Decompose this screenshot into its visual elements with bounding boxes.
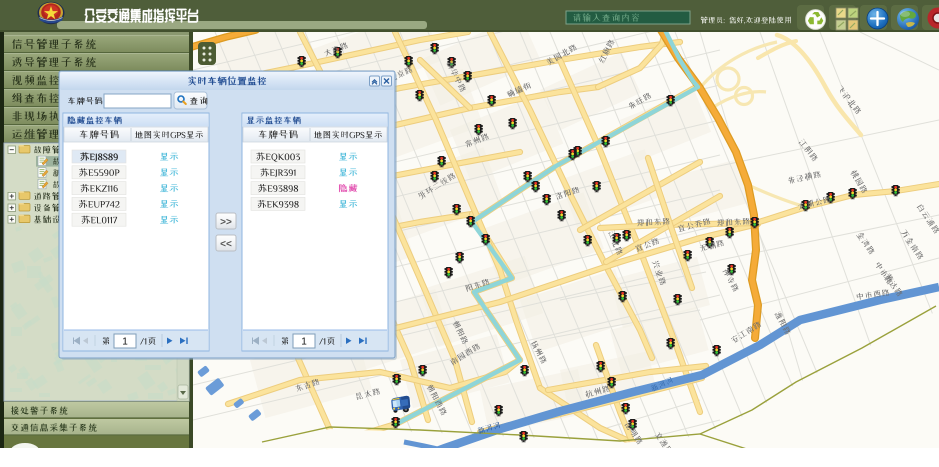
svg-text:>>: >> — [220, 217, 232, 228]
svg-text:1: 1 — [122, 337, 128, 348]
svg-text:1: 1 — [301, 337, 307, 348]
svg-text:<<: << — [220, 239, 232, 250]
